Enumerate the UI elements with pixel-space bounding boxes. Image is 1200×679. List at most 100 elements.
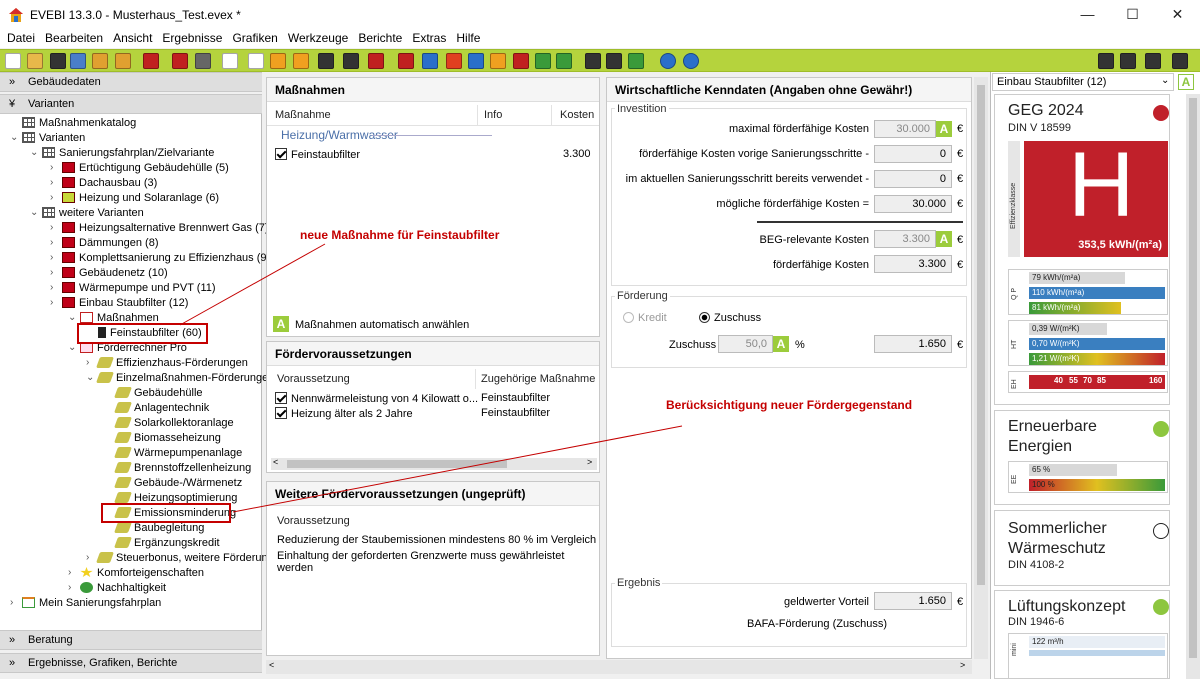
expand-right-icon[interactable]: › <box>68 582 71 593</box>
tree-item[interactable]: Sanierungsfahrplan/Zielvariante <box>42 146 214 160</box>
tree-item[interactable]: Effizienzhaus-Förderungen <box>95 356 248 370</box>
col-zugehoerige[interactable]: Zugehörige Maßnahme <box>481 373 595 385</box>
report-icon[interactable] <box>585 53 601 69</box>
auto-a-icon[interactable]: A <box>936 231 952 247</box>
fire-icon[interactable] <box>446 53 462 69</box>
tree-item[interactable]: Heizung und Solaranlage (6) <box>62 191 219 205</box>
export-icon[interactable] <box>115 53 131 69</box>
menu-bearbeiten[interactable]: Bearbeiten <box>38 30 103 45</box>
expand-right-icon[interactable]: › <box>50 267 53 278</box>
expand-right-icon[interactable]: › <box>50 237 53 248</box>
open-icon[interactable] <box>27 53 43 69</box>
section-ergebnisse[interactable]: » Ergebnisse, Grafiken, Berichte <box>0 653 262 673</box>
tree-item[interactable]: Dachausbau (3) <box>62 176 157 190</box>
expand-down-icon[interactable]: ⌄ <box>68 342 76 353</box>
list-icon[interactable] <box>343 53 359 69</box>
expand-right-icon[interactable]: › <box>10 597 13 608</box>
col-info[interactable]: Info <box>484 109 502 121</box>
report-alt-icon[interactable] <box>606 53 622 69</box>
menu-ansicht[interactable]: Ansicht <box>106 30 152 45</box>
auto-a-icon[interactable]: A <box>936 121 952 137</box>
wand-icon[interactable] <box>195 53 211 69</box>
scroll-thumb[interactable] <box>287 460 507 468</box>
field-zuschuss-pct[interactable]: 50,0 <box>718 335 773 353</box>
horizontal-scrollbar[interactable]: < > <box>271 457 597 470</box>
scroll-right-icon[interactable]: > <box>587 457 592 467</box>
field-max-kosten[interactable]: 30.000 <box>874 120 936 138</box>
bottom-scrollbar[interactable]: < > <box>266 660 972 674</box>
scroll-thumb[interactable] <box>1189 98 1197 658</box>
menu-berichte[interactable]: Berichte <box>351 30 402 45</box>
menu-werkzeuge[interactable]: Werkzeuge <box>281 30 348 45</box>
tree-item[interactable]: Gebäudehülle <box>113 386 203 400</box>
house-line-icon[interactable] <box>628 53 644 69</box>
scroll-left-icon[interactable]: < <box>273 457 278 467</box>
checkbox-checked[interactable] <box>275 148 287 160</box>
redo-icon[interactable] <box>172 53 188 69</box>
house-alt-icon[interactable] <box>535 53 551 69</box>
expand-right-icon[interactable]: › <box>50 192 53 203</box>
sum-icon[interactable] <box>270 53 286 69</box>
field-vorige[interactable]: 0 <box>874 145 952 163</box>
expand-down-icon[interactable]: ⌄ <box>68 312 76 323</box>
gear-icon[interactable] <box>468 53 484 69</box>
new-icon[interactable] <box>5 53 21 69</box>
panel-icon[interactable] <box>1172 53 1188 69</box>
auto-a-icon[interactable]: A <box>273 316 289 332</box>
tree-item[interactable]: Gebäude-/Wärmenetz <box>113 476 242 490</box>
auto-a-icon[interactable]: A <box>1178 74 1194 90</box>
tree-item[interactable]: Mein Sanierungsfahrplan <box>22 596 161 610</box>
tree-item[interactable]: Komplettsanierung zu Effizienzhaus (9) <box>62 251 270 265</box>
maximize-button[interactable]: ☐ <box>1110 0 1155 30</box>
tree-item[interactable]: Nachhaltigkeit <box>80 581 166 595</box>
tree-item[interactable]: Wärmepumpe und PVT (11) <box>62 281 216 295</box>
menu-datei[interactable]: Datei <box>0 30 35 45</box>
req-row-2[interactable]: Heizung älter als 2 Jahre <box>275 407 413 420</box>
expand-right-icon[interactable]: › <box>50 297 53 308</box>
scroll-thumb[interactable] <box>977 85 985 585</box>
expand-right-icon[interactable]: › <box>50 162 53 173</box>
undo-icon[interactable] <box>143 53 159 69</box>
auto-select-row[interactable]: A Maßnahmen automatisch anwählen <box>273 316 469 332</box>
help-box-icon[interactable] <box>422 53 438 69</box>
checkbox-checked[interactable] <box>275 407 287 419</box>
expand-right-icon[interactable]: › <box>86 552 89 563</box>
tree-item[interactable]: Solarkollektoranlage <box>113 416 234 430</box>
tree-item[interactable]: Baubegleitung <box>113 521 204 535</box>
save-icon[interactable] <box>50 53 66 69</box>
col-kosten[interactable]: Kosten <box>560 109 594 121</box>
expand-down-icon[interactable]: ⌄ <box>30 207 38 218</box>
col-massnahme[interactable]: Maßnahme <box>275 109 331 121</box>
tree-item[interactable]: Anlagentechnik <box>113 401 209 415</box>
tree-item[interactable]: weitere Varianten <box>42 206 144 220</box>
house-icon[interactable] <box>513 53 529 69</box>
field-verwendet[interactable]: 0 <box>874 170 952 188</box>
section-beratung[interactable]: » Beratung <box>0 630 262 650</box>
req-row-1[interactable]: Nennwärmeleistung von 4 Kilowatt o... <box>275 392 478 405</box>
tree-item[interactable]: Einbau Staubfilter (12) <box>62 296 188 310</box>
calc-icon[interactable] <box>248 53 264 69</box>
expand-right-icon[interactable]: › <box>68 567 71 578</box>
section-varianten[interactable]: ¥ Varianten <box>0 94 262 114</box>
expand-right-icon[interactable]: › <box>50 282 53 293</box>
menu-grafiken[interactable]: Grafiken <box>225 30 277 45</box>
radio-zuschuss[interactable]: Zuschuss <box>699 312 761 324</box>
tree-item[interactable]: Heizungsalternative Brennwert Gas (7) <box>62 221 269 235</box>
menu-hilfe[interactable]: Hilfe <box>449 30 480 45</box>
measure-row[interactable]: Feinstaubfilter <box>275 148 360 161</box>
tree-item[interactable]: Wärmepumpenanlage <box>113 446 242 460</box>
tree-item[interactable]: Komforteigenschaften <box>80 566 204 580</box>
scroll-left-icon[interactable]: < <box>269 660 274 670</box>
tree-item[interactable]: Steuerbonus, weitere Förderun <box>95 551 268 565</box>
tree-item[interactable]: Gebäudenetz (10) <box>62 266 168 280</box>
pin-icon[interactable] <box>1145 53 1161 69</box>
tree-item[interactable]: Biomasseheizung <box>113 431 221 445</box>
menu-extras[interactable]: Extras <box>405 30 446 45</box>
tree-icon[interactable] <box>318 53 334 69</box>
door-icon[interactable] <box>398 53 414 69</box>
scroll-right-icon[interactable]: > <box>960 660 965 670</box>
radio-selected-icon[interactable] <box>699 312 710 323</box>
expand-right-icon[interactable]: › <box>50 222 53 233</box>
tree-item[interactable]: Maßnahmenkatalog <box>22 116 136 130</box>
tree-item[interactable]: Einzelmaßnahmen-Förderungen <box>95 371 274 385</box>
